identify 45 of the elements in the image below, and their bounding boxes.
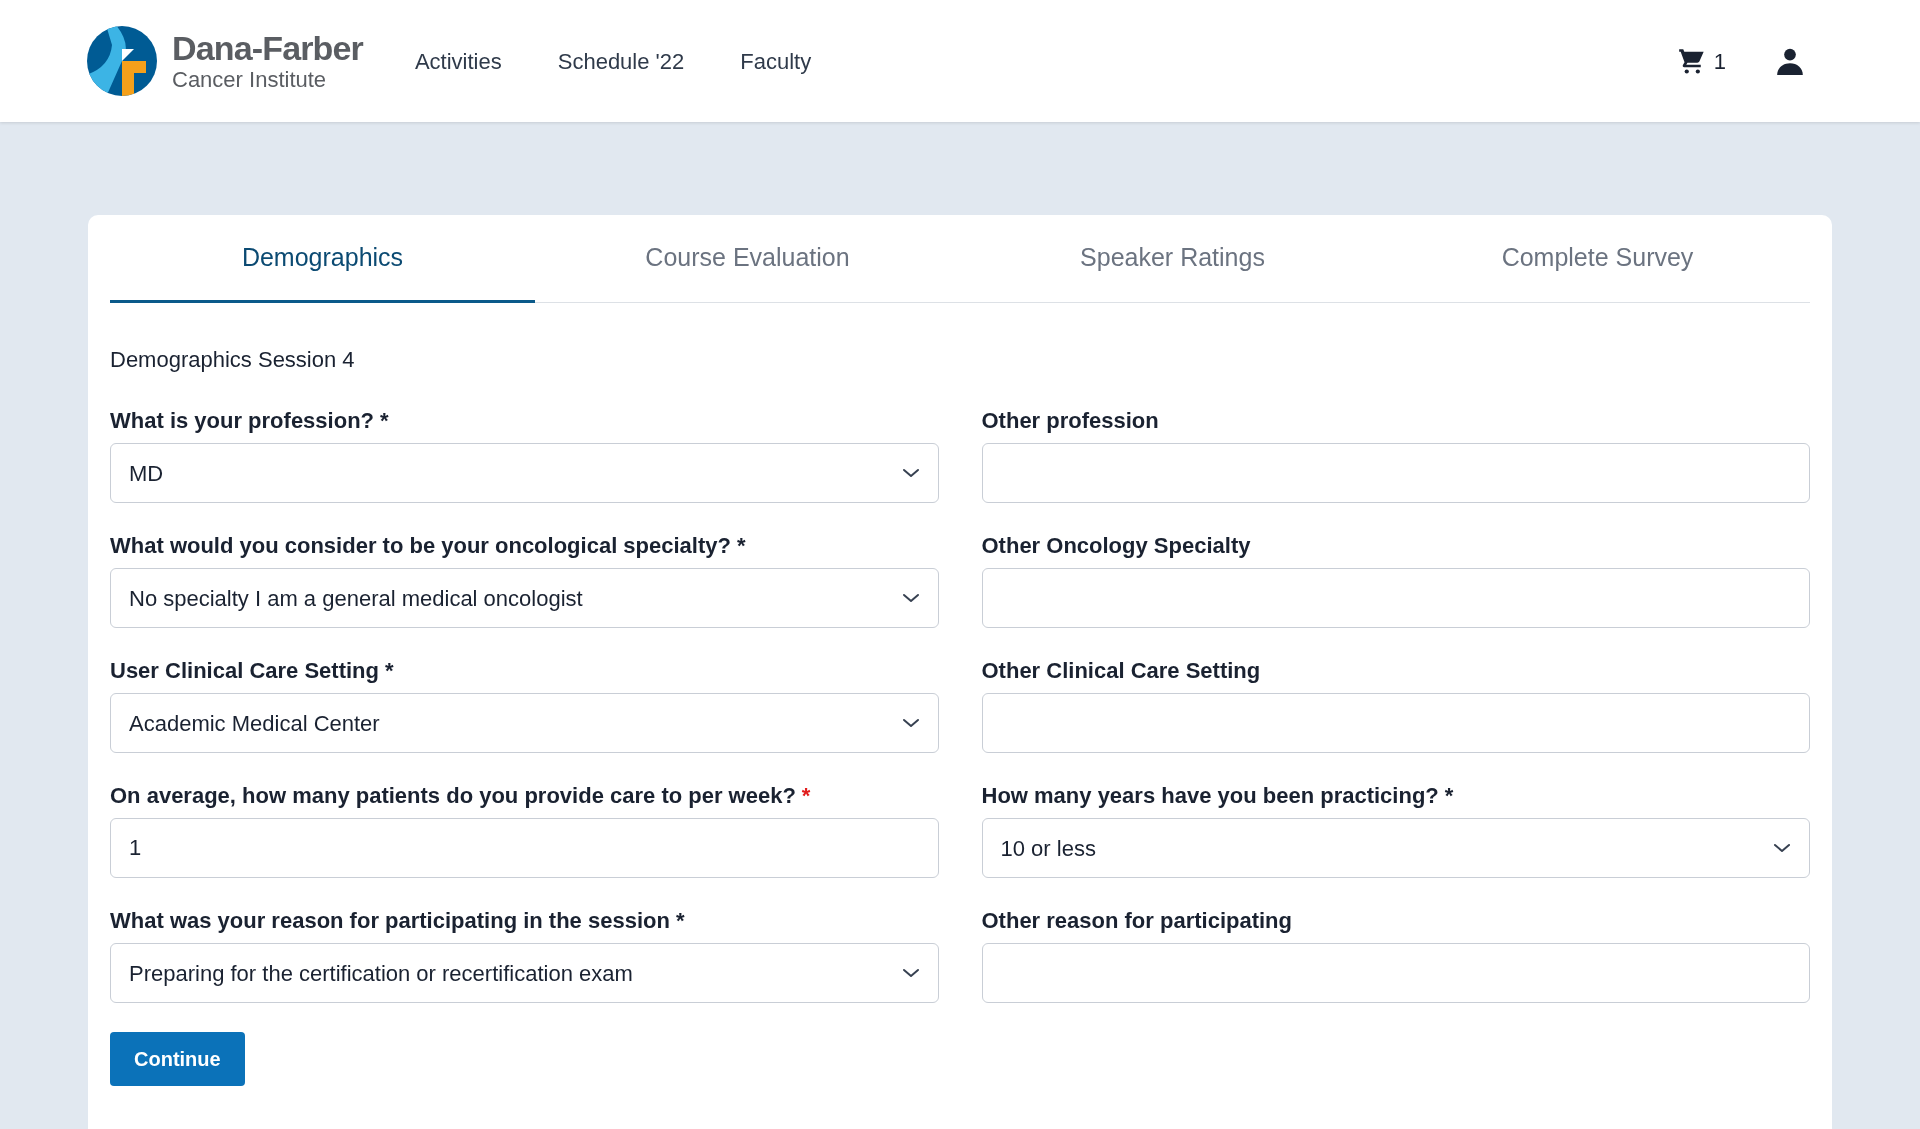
continue-button[interactable]: Continue — [110, 1032, 245, 1086]
logo-title: Dana-Farber — [172, 31, 363, 65]
chevron-down-icon — [901, 717, 920, 729]
tab[interactable]: Complete Survey — [1385, 215, 1810, 303]
tab[interactable]: Demographics — [110, 215, 535, 303]
dropdown-field[interactable]: 10 or less — [981, 818, 1810, 878]
user-icon[interactable] — [1776, 47, 1804, 75]
tab[interactable]: Speaker Ratings — [960, 215, 1385, 303]
field-label: On average, how many patients do you provide care to per week? — [110, 782, 796, 810]
input-field[interactable] — [981, 568, 1810, 628]
field-label: What would you consider to be your oncological specialty? — [110, 532, 731, 560]
field-label: Other Clinical Care Setting — [981, 657, 1261, 685]
required-asterisk: * — [736, 532, 746, 560]
field-label: How many years have you been practicing? — [981, 782, 1439, 810]
required-asterisk: * — [1444, 782, 1454, 810]
field-label: Other profession — [981, 407, 1159, 435]
nav-link[interactable]: Schedule '22 — [557, 44, 685, 78]
dropdown-field[interactable]: Preparing for the certification or recertification exam — [110, 943, 939, 1003]
nav-link[interactable]: Faculty — [740, 44, 812, 78]
input-field[interactable]: 1 — [110, 818, 939, 878]
cart-icon — [1677, 47, 1706, 75]
dropdown-field[interactable]: MD — [110, 443, 939, 503]
field-label: User Clinical Care Setting — [110, 657, 379, 685]
input-field[interactable] — [981, 943, 1810, 1003]
field-label: What is your profession? — [110, 407, 375, 435]
field-label: Other Oncology Specialty — [981, 532, 1251, 560]
dropdown-field[interactable]: No specialty I am a general medical oncologist — [110, 568, 939, 628]
logo-subtitle: Cancer Institute — [172, 69, 328, 91]
required-asterisk: * — [675, 907, 685, 935]
field-label: What was your reason for participating in the session — [110, 907, 670, 935]
chevron-down-icon — [901, 467, 920, 479]
input-field[interactable] — [981, 443, 1810, 503]
cart-button[interactable]: 1 — [1677, 44, 1726, 78]
required-asterisk: * — [385, 657, 394, 685]
chevron-down-icon — [901, 967, 920, 979]
chevron-down-icon — [901, 592, 920, 604]
required-asterisk: * — [801, 782, 811, 810]
chevron-down-icon — [1773, 842, 1791, 854]
tab[interactable]: Course Evaluation — [535, 215, 960, 303]
required-asterisk: * — [380, 407, 389, 435]
nav-link[interactable]: Activities — [414, 44, 502, 78]
section-title: Demographics Session 4 — [110, 346, 355, 374]
input-field[interactable] — [981, 693, 1810, 753]
field-label: Other reason for participating — [981, 907, 1292, 935]
dropdown-field[interactable]: Academic Medical Center — [110, 693, 939, 753]
